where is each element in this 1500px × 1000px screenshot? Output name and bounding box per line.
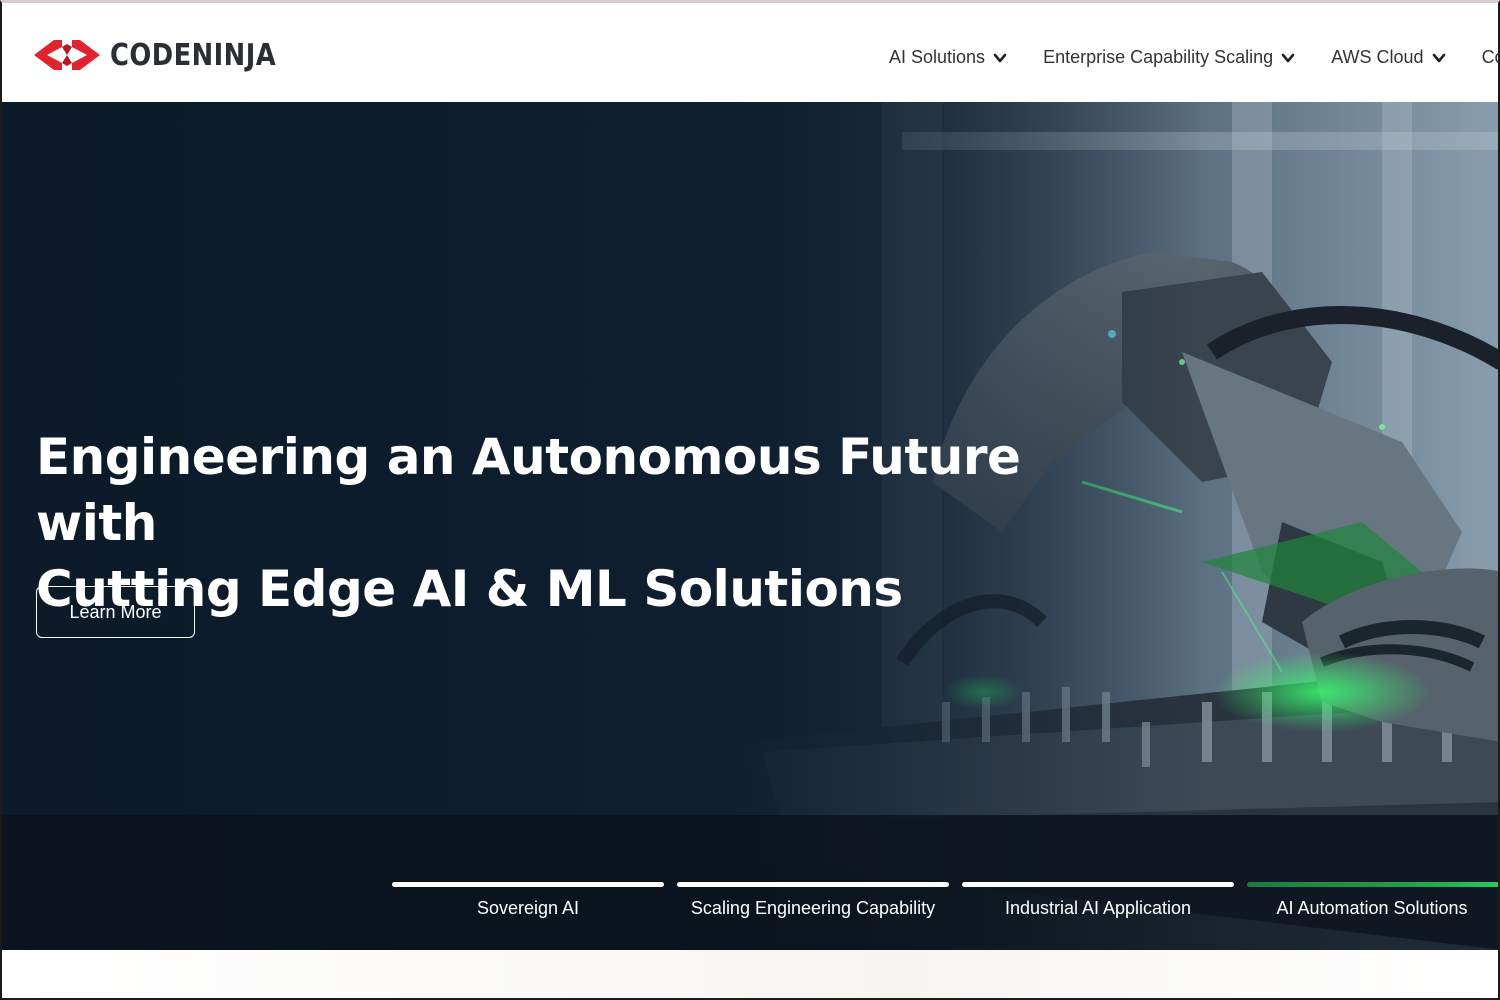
tab-label: Sovereign AI — [476, 898, 580, 918]
browser-viewport: CODENINJA AI Solutions Enterprise Capabi… — [0, 0, 1500, 1000]
chevron-down-icon — [993, 53, 1007, 62]
tab-ai-automation-solutions[interactable]: AI Automation Solutions — [1247, 882, 1498, 942]
nav-item-ai-solutions[interactable]: AI Solutions — [889, 47, 1007, 68]
angle-brackets-logo-icon — [34, 40, 100, 70]
chevron-down-icon — [1281, 53, 1295, 62]
tab-label: Industrial AI Application — [1004, 898, 1192, 918]
site-header: CODENINJA AI Solutions Enterprise Capabi… — [2, 3, 1498, 102]
nav-item-label: Co — [1481, 47, 1498, 67]
tab-indicator — [962, 882, 1234, 887]
tab-indicator — [392, 882, 664, 887]
tab-indicator — [677, 882, 949, 887]
tab-sovereign-ai[interactable]: Sovereign AI — [392, 882, 664, 942]
tab-industrial-ai-application[interactable]: Industrial AI Application — [962, 882, 1234, 942]
chevron-down-icon — [1432, 53, 1445, 62]
hero-title: Engineering an Autonomous Future with Cu… — [36, 424, 1096, 622]
main-nav: AI Solutions Enterprise Capability Scali… — [889, 47, 1498, 68]
tab-label: AI Automation Solutions — [1276, 898, 1468, 918]
learn-more-button[interactable]: Learn More — [36, 586, 195, 638]
brand-name: CODENINJA — [110, 37, 277, 73]
nav-item-enterprise-capability-scaling[interactable]: Enterprise Capability Scaling — [1043, 47, 1295, 68]
site-logo[interactable]: CODENINJA — [34, 36, 303, 74]
nav-item-label: Enterprise Capability Scaling — [1043, 47, 1274, 67]
hero-title-line-1: Engineering an Autonomous Future with — [36, 428, 1021, 552]
nav-item-label: AWS Cloud — [1331, 47, 1424, 67]
hero-tab-bar: Sovereign AI Scaling Engineering Capabil… — [2, 815, 1498, 950]
next-section-edge — [2, 950, 1498, 998]
hero-section: Engineering an Autonomous Future with Cu… — [2, 102, 1498, 950]
tab-indicator-active — [1247, 882, 1498, 887]
nav-item-aws-cloud[interactable]: AWS Cloud — [1331, 47, 1445, 68]
nav-item-truncated[interactable]: Co — [1481, 47, 1498, 68]
nav-item-label: AI Solutions — [889, 47, 986, 67]
tab-label: Scaling Engineering Capability — [690, 898, 936, 918]
hero-title-line-2: Cutting Edge AI & ML Solutions — [36, 560, 903, 618]
tab-scaling-engineering-capability[interactable]: Scaling Engineering Capability — [677, 882, 949, 942]
